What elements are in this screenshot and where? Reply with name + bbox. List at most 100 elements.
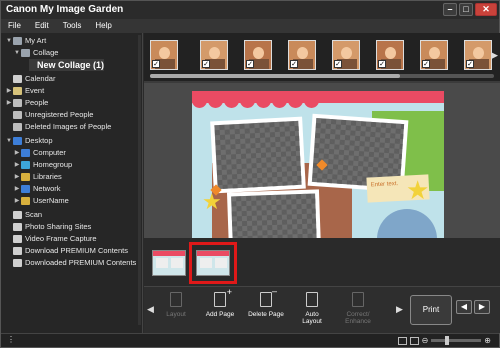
sidebar-item-label: New Collage (1): [37, 60, 105, 70]
sidebar-item-17[interactable]: Download PREMIUM Contents: [5, 245, 128, 257]
sidebar-item-18[interactable]: Downloaded PREMIUM Contents: [5, 257, 136, 269]
star-sticker-icon: ★: [202, 189, 222, 214]
expand-arrow-icon[interactable]: ▼: [5, 35, 13, 47]
page-nav: ◀ ▶: [456, 300, 490, 314]
awning-scallop: [272, 100, 287, 108]
collapse-arrow-icon[interactable]: ▶: [5, 85, 13, 97]
collapse-arrow-icon[interactable]: ▶: [13, 171, 21, 183]
image-thumbnail-strip: ▶ ✓ ✓ ✓ ✓ ✓ ✓ ✓ ✓: [144, 33, 500, 81]
auto-layout-label-1: Auto: [305, 311, 319, 318]
video-capture-icon: [13, 235, 22, 243]
menu-file[interactable]: File: [8, 19, 21, 33]
collapse-arrow-icon[interactable]: ▶: [5, 97, 13, 109]
collapse-arrow-icon[interactable]: ▶: [13, 159, 21, 171]
print-button[interactable]: Print: [410, 295, 452, 325]
photo-frame-3[interactable]: [226, 189, 322, 239]
sidebar-item-13[interactable]: ▶ UserName: [13, 195, 69, 207]
sidebar-item-label: Download PREMIUM Contents: [25, 246, 128, 255]
sidebar-item-4[interactable]: ▶ Event: [5, 85, 44, 97]
page-thumbnail-1[interactable]: [152, 250, 186, 276]
collapse-arrow-icon[interactable]: ▶: [13, 183, 21, 195]
zoom-slider[interactable]: [431, 336, 482, 345]
sidebar-item-16[interactable]: Video Frame Capture: [5, 233, 97, 245]
zoom-out-icon[interactable]: ⊖: [422, 336, 429, 345]
sidebar-scrollbar[interactable]: [138, 35, 141, 325]
thumbnail-checkbox-icon[interactable]: ✓: [422, 60, 430, 68]
sidebar-item-label: Computer: [33, 148, 66, 157]
sidebar-item-10[interactable]: ▶ Homegroup: [13, 159, 72, 171]
sidebar-item-14[interactable]: Scan: [5, 209, 42, 221]
menu-help[interactable]: Help: [95, 19, 111, 33]
empty-photo-slot[interactable]: [214, 120, 302, 190]
sidebar-item-0[interactable]: ▼ My Art: [5, 35, 46, 47]
zoom-slider-knob[interactable]: [445, 336, 450, 345]
collage-page[interactable]: Enter text. ★ ★: [192, 91, 444, 239]
fit-view-icon[interactable]: [409, 336, 419, 345]
prev-page-button[interactable]: ◀: [456, 300, 472, 314]
collapse-arrow-icon[interactable]: ▶: [13, 195, 21, 207]
maximize-button[interactable]: □: [459, 3, 473, 16]
minimize-button[interactable]: –: [443, 3, 457, 16]
correct-enhance-button[interactable]: Correct/ Enhance: [332, 290, 384, 332]
sidebar-item-6[interactable]: Unregistered People: [5, 109, 93, 121]
photo-thumbnail[interactable]: ✓: [150, 40, 178, 70]
photo-thumbnail[interactable]: ✓: [420, 40, 448, 70]
sidebar-item-1[interactable]: ▼ Collage: [13, 47, 58, 59]
thumbnail-checkbox-icon[interactable]: ✓: [152, 60, 160, 68]
expand-arrow-icon[interactable]: ▼: [5, 135, 13, 147]
thumbnail-checkbox-icon[interactable]: ✓: [378, 60, 386, 68]
thumbnail-checkbox-icon[interactable]: ✓: [334, 60, 342, 68]
toolbar-next-arrow-icon[interactable]: ▶: [396, 304, 403, 315]
status-menu-icon[interactable]: ⋮: [7, 335, 15, 344]
sidebar-item-8[interactable]: ▼ Desktop: [5, 135, 53, 147]
layout-icon: [170, 292, 182, 307]
photo-frame-1[interactable]: [210, 116, 306, 194]
thumbnail-checkbox-icon[interactable]: ✓: [290, 60, 298, 68]
thumbnail-scroll-knob[interactable]: [150, 74, 400, 78]
view-toggle-icon[interactable]: [397, 336, 407, 345]
zoom-controls: ⊖ ⊕: [397, 336, 491, 345]
photo-thumbnail[interactable]: ✓: [464, 40, 492, 70]
sidebar-item-15[interactable]: Photo Sharing Sites: [5, 221, 91, 233]
network-icon: [21, 185, 30, 193]
sidebar-item-9[interactable]: ▶ Computer: [13, 147, 66, 159]
sidebar-item-label: Scan: [25, 210, 43, 219]
photo-thumbnail[interactable]: ✓: [332, 40, 360, 70]
sidebar-item-5[interactable]: ▶ People: [5, 97, 48, 109]
sidebar-item-7[interactable]: Deleted Images of People: [5, 121, 111, 133]
deleted-people-icon: [13, 123, 22, 131]
sidebar-item-label: Deleted Images of People: [25, 122, 112, 131]
menu-edit[interactable]: Edit: [35, 19, 49, 33]
text-box-placeholder[interactable]: Enter text.: [371, 181, 399, 188]
correct-enhance-label-2: Enhance: [345, 318, 371, 325]
folder-icon: [13, 37, 22, 45]
empty-photo-slot[interactable]: [231, 193, 317, 239]
scan-icon: [13, 211, 22, 219]
photo-thumbnail[interactable]: ✓: [376, 40, 404, 70]
photo-thumbnail[interactable]: ✓: [244, 40, 272, 70]
menu-tools[interactable]: Tools: [63, 19, 82, 33]
add-page-button[interactable]: Add Page: [194, 287, 246, 332]
thumbnail-checkbox-icon[interactable]: ✓: [466, 60, 474, 68]
sidebar-item-12[interactable]: ▶ Network: [13, 183, 61, 195]
sidebar-item-label: Desktop: [25, 136, 53, 145]
sidebar-item-2[interactable]: New Collage (1): [29, 59, 105, 71]
sidebar-item-3[interactable]: Calendar: [5, 73, 55, 85]
photo-thumbnail[interactable]: ✓: [288, 40, 316, 70]
thumbnail-next-arrow-icon[interactable]: ▶: [491, 50, 498, 61]
thumbnail-scrollbar[interactable]: [150, 74, 494, 78]
sidebar-item-label: Libraries: [33, 172, 62, 181]
delete-page-button[interactable]: Delete Page: [240, 286, 292, 332]
sidebar-item-11[interactable]: ▶ Libraries: [13, 171, 62, 183]
zoom-in-icon[interactable]: ⊕: [484, 336, 491, 345]
close-button[interactable]: ✕: [475, 3, 497, 16]
thumbnail-checkbox-icon[interactable]: ✓: [202, 60, 210, 68]
main-area: ▶ ✓ ✓ ✓ ✓ ✓ ✓ ✓ ✓ Enter text. ★ ★ ◀ Layo…: [144, 33, 500, 333]
expand-arrow-icon[interactable]: ▼: [13, 47, 21, 59]
next-page-button[interactable]: ▶: [474, 300, 490, 314]
thumbnail-checkbox-icon[interactable]: ✓: [246, 60, 254, 68]
auto-layout-button[interactable]: Auto Layout: [286, 290, 338, 332]
collapse-arrow-icon[interactable]: ▶: [13, 147, 21, 159]
photo-thumbnail[interactable]: ✓: [200, 40, 228, 70]
awning-scallop: [208, 100, 223, 108]
